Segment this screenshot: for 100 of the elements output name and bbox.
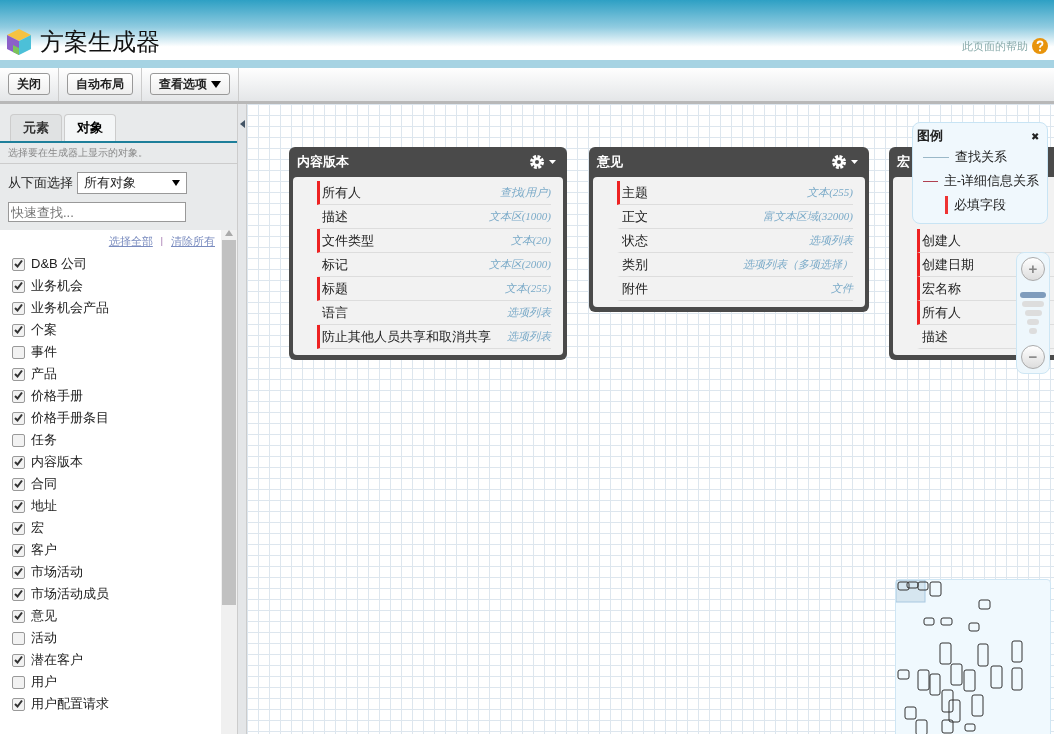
sidebar-tab[interactable]: 元素 (10, 114, 62, 141)
field-name: 语言 (322, 303, 348, 322)
field-name: 附件 (622, 279, 648, 298)
scrollbar[interactable] (221, 230, 237, 734)
field-name: 标题 (322, 279, 348, 298)
select-all-link[interactable]: 选择全部 (108, 234, 153, 249)
object-label: 业务机会 (31, 277, 83, 295)
checkbox[interactable] (12, 675, 25, 689)
field-name: 创建日期 (922, 255, 974, 274)
field-type: 文本区(2000) (488, 257, 551, 272)
field-type: 文本(255) (807, 185, 853, 200)
field-name: 状态 (622, 231, 648, 250)
checkbox[interactable] (12, 455, 25, 469)
checkbox[interactable] (12, 653, 25, 667)
checkbox[interactable] (12, 609, 25, 623)
field-type: 文本(20) (510, 233, 551, 248)
cube-logo-icon (6, 28, 32, 56)
field-type: 查找(用户) (499, 185, 551, 200)
checkbox[interactable] (12, 389, 25, 403)
close-button[interactable]: ✖ (1031, 130, 1039, 142)
object-label: 价格手册条目 (31, 409, 109, 427)
object-label: 活动 (31, 629, 57, 647)
object-label: 内容版本 (31, 453, 83, 471)
object-card[interactable]: 意见 主题 文本(255) 正文 富文本区域(32000) 状态 选项列表 类别 选项列表（多项选择） 附件 文件 (589, 147, 869, 312)
object-label: 市场活动成员 (31, 585, 109, 603)
object-label: 合同 (31, 475, 57, 493)
field-name: 文件类型 (322, 231, 374, 250)
checkbox[interactable] (12, 433, 25, 447)
object-card[interactable]: 内容版本 所有人 查找(用户) 描述 文本区(1000) 文件类型 文本(20) 标记 文本区(2000) 标题 文本(255) 语言 选项列表 防止其他人员共享和取消共享 选项列表 (289, 147, 567, 360)
checkbox[interactable] (12, 521, 25, 535)
object-title: 意见 (597, 153, 623, 171)
checkbox[interactable] (12, 543, 25, 557)
gear-menu-icon[interactable] (831, 154, 861, 170)
field-name: 描述 (922, 327, 948, 346)
relationship-line-icon (923, 156, 949, 158)
object-label: 客户 (31, 541, 57, 559)
checkbox[interactable] (12, 631, 25, 645)
quick-find-field[interactable]: 快速查找... (8, 202, 186, 222)
toolbar-button[interactable]: 关闭 (8, 73, 50, 95)
caret-icon (211, 80, 221, 88)
object-label: 任务 (31, 431, 57, 449)
checkbox[interactable] (12, 323, 25, 337)
legend-label: 主-详细信息关系 (943, 172, 1039, 190)
checkbox[interactable] (12, 477, 25, 491)
checkbox[interactable] (12, 697, 25, 711)
object-label: 价格手册 (31, 387, 83, 405)
field-name: 正文 (622, 207, 648, 226)
checkbox[interactable] (12, 499, 25, 513)
checkbox[interactable] (12, 345, 25, 359)
required-marker-icon (945, 196, 948, 214)
checkbox[interactable] (12, 301, 25, 315)
help-icon (1032, 38, 1048, 54)
object-label: 宏 (31, 519, 44, 537)
caret-icon (172, 180, 180, 186)
field-name: 描述 (322, 207, 348, 226)
object-label: 产品 (31, 365, 57, 383)
checkbox[interactable] (12, 411, 25, 425)
checkbox[interactable] (12, 279, 25, 293)
zoom-slider-icon[interactable] (1020, 292, 1046, 334)
legend-label: 查找关系 (955, 148, 1007, 166)
checkbox[interactable] (12, 367, 25, 381)
checkbox[interactable] (12, 257, 25, 271)
field-name: 宏名称 (922, 279, 961, 298)
link-separator: | (160, 234, 163, 248)
object-label: 意见 (31, 607, 57, 625)
field-name: 主题 (622, 183, 648, 202)
view-options-button[interactable]: 查看选项 (150, 73, 230, 95)
field-type: 选项列表 (507, 329, 551, 344)
field-name: 所有人 (322, 183, 361, 202)
field-name: 所有人 (922, 303, 961, 322)
field-name: 防止其他人员共享和取消共享 (322, 327, 491, 346)
sidebar-tab[interactable]: 对象 (64, 114, 116, 141)
collapse-handle[interactable] (238, 104, 247, 734)
object-label: 业务机会产品 (31, 299, 109, 317)
object-label: 潜在客户 (31, 651, 83, 669)
object-filter-select[interactable]: 所有对象 (77, 172, 187, 194)
field-type: 文本区(1000) (488, 209, 551, 224)
field-type: 文件 (831, 281, 853, 296)
checkbox[interactable] (12, 587, 25, 601)
gear-menu-icon[interactable] (529, 154, 559, 170)
relationship-line-icon (923, 180, 938, 182)
field-type: 富文本区域(32000) (763, 209, 853, 224)
field-name: 类别 (622, 255, 648, 274)
field-type: 文本(255) (505, 281, 551, 296)
checkbox[interactable] (12, 565, 25, 579)
toolbar-button[interactable]: 自动布局 (67, 73, 133, 95)
object-label: D&B 公司 (31, 255, 88, 273)
object-label: 地址 (31, 497, 57, 515)
object-label: 市场活动 (31, 563, 83, 581)
legend-label: 必填字段 (954, 196, 1006, 214)
object-title: 内容版本 (297, 153, 349, 171)
hint-text: 选择要在生成器上显示的对象。 (0, 143, 237, 164)
clear-all-link[interactable]: 清除所有 (171, 234, 215, 249)
field-type: 选项列表 (809, 233, 853, 248)
field-type: 选项列表（多项选择） (743, 257, 853, 272)
legend-title: 图例 (917, 127, 943, 145)
page-title: 方案生成器 (40, 28, 160, 57)
object-label: 事件 (31, 343, 57, 361)
field-name: 创建人 (922, 231, 961, 250)
object-label: 个案 (31, 321, 57, 339)
